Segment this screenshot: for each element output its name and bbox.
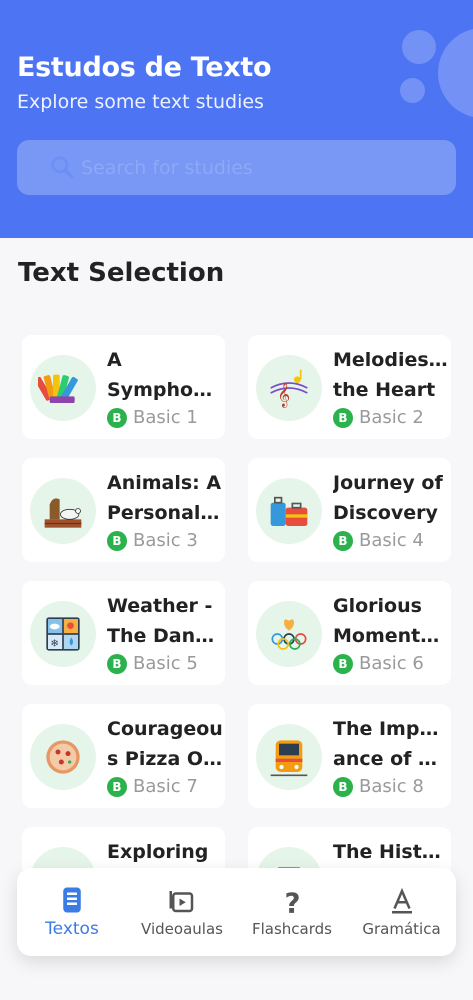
card-title: A Symphon… [107, 349, 223, 401]
level-badge-row: B Basic 7 [107, 776, 198, 797]
level-letter-badge: B [333, 407, 353, 428]
svg-text:❄: ❄ [51, 639, 59, 650]
study-card[interactable]: 𝄞 Melodies of the Heart B Basic 2 [248, 335, 451, 439]
study-card[interactable]: Animals: A Personal … B Basic 3 [22, 458, 225, 562]
music-notes-icon: 𝄞 [256, 355, 322, 421]
question-icon: ? [285, 887, 301, 916]
header: Estudos de Texto Explore some text studi… [0, 0, 473, 238]
nav-label: Videoaulas [141, 920, 223, 938]
card-title: Journey of Discovery [333, 472, 443, 524]
level-letter-badge: B [107, 407, 127, 428]
card-title: Weather - The Danc… [107, 595, 223, 647]
section-title: Text Selection [18, 258, 225, 288]
card-title: The History [333, 841, 449, 863]
level-letter-badge: B [333, 776, 353, 797]
level-badge-row: B Basic 3 [107, 530, 198, 551]
card-title: The Import ance of P… [333, 718, 449, 770]
level-label: Basic 8 [359, 776, 424, 797]
farm-animals-icon [30, 478, 96, 544]
level-badge-row: B Basic 2 [333, 407, 424, 428]
card-title: Courageou s Pizza Or… [107, 718, 223, 770]
study-card[interactable]: Exploring [22, 827, 225, 870]
level-label: Basic 3 [133, 530, 198, 551]
train-icon [256, 724, 322, 790]
history-icon [256, 847, 322, 870]
search-input[interactable] [81, 140, 441, 195]
nav-tab-flashcards[interactable]: ? Flashcards [237, 868, 347, 956]
level-label: Basic 7 [133, 776, 198, 797]
nav-label: Textos [45, 919, 99, 939]
level-letter-badge: B [107, 653, 127, 674]
page-subtitle: Explore some text studies [17, 91, 264, 113]
level-letter-badge: B [333, 530, 353, 551]
study-card[interactable]: The Import ance of P… B Basic 8 [248, 704, 451, 808]
level-badge-row: B Basic 6 [333, 653, 424, 674]
nav-tab-textos[interactable]: Textos [17, 868, 127, 956]
nav-label: Gramática [362, 920, 441, 938]
bottom-nav: Textos Videoaulas ? Flashcards Gramática [17, 868, 456, 956]
weather-grid-icon: ❄ [30, 601, 96, 667]
nav-label: Flashcards [252, 920, 332, 938]
level-label: Basic 5 [133, 653, 198, 674]
luggage-icon [256, 478, 322, 544]
level-letter-badge: B [107, 530, 127, 551]
nav-tab-gramatica[interactable]: Gramática [347, 868, 456, 956]
card-title: Glorious Moments:… [333, 595, 449, 647]
level-badge-row: B Basic 8 [333, 776, 424, 797]
study-card[interactable]: A Symphon… B Basic 1 [22, 335, 225, 439]
study-card[interactable]: Courageou s Pizza Or… B Basic 7 [22, 704, 225, 808]
study-card[interactable]: Glorious Moments:… B Basic 6 [248, 581, 451, 685]
svg-text:?: ? [285, 887, 301, 916]
card-title: Animals: A Personal … [107, 472, 223, 524]
grammar-icon [391, 887, 412, 914]
olympic-rings-icon [256, 601, 322, 667]
study-card[interactable]: The History [248, 827, 451, 870]
svg-text:𝄞: 𝄞 [277, 381, 290, 407]
level-letter-badge: B [333, 653, 353, 674]
search-icon [51, 156, 74, 179]
decor-bubble [438, 28, 473, 118]
card-title: Exploring [107, 841, 209, 863]
study-card[interactable]: Journey of Discovery B Basic 4 [248, 458, 451, 562]
study-card[interactable]: ❄ Weather - The Danc… B Basic 5 [22, 581, 225, 685]
decor-bubble [402, 30, 436, 64]
decor-bubble [400, 78, 425, 103]
document-icon [63, 887, 81, 913]
card-title: Melodies of the Heart [333, 349, 449, 401]
food-tray-icon [30, 847, 96, 870]
level-label: Basic 6 [359, 653, 424, 674]
level-badge-row: B Basic 5 [107, 653, 198, 674]
pizza-icon [30, 724, 96, 790]
color-swatch-icon [30, 355, 96, 421]
level-label: Basic 1 [133, 407, 198, 428]
level-badge-row: B Basic 4 [333, 530, 424, 551]
page-title: Estudos de Texto [17, 52, 272, 83]
video-icon [169, 891, 194, 913]
search-bar[interactable] [17, 140, 456, 195]
level-label: Basic 2 [359, 407, 424, 428]
level-badge-row: B Basic 1 [107, 407, 198, 428]
level-label: Basic 4 [359, 530, 424, 551]
nav-tab-videoaulas[interactable]: Videoaulas [127, 868, 237, 956]
level-letter-badge: B [107, 776, 127, 797]
study-grid: A Symphon… B Basic 1 𝄞 Melodies of the H… [22, 335, 452, 870]
